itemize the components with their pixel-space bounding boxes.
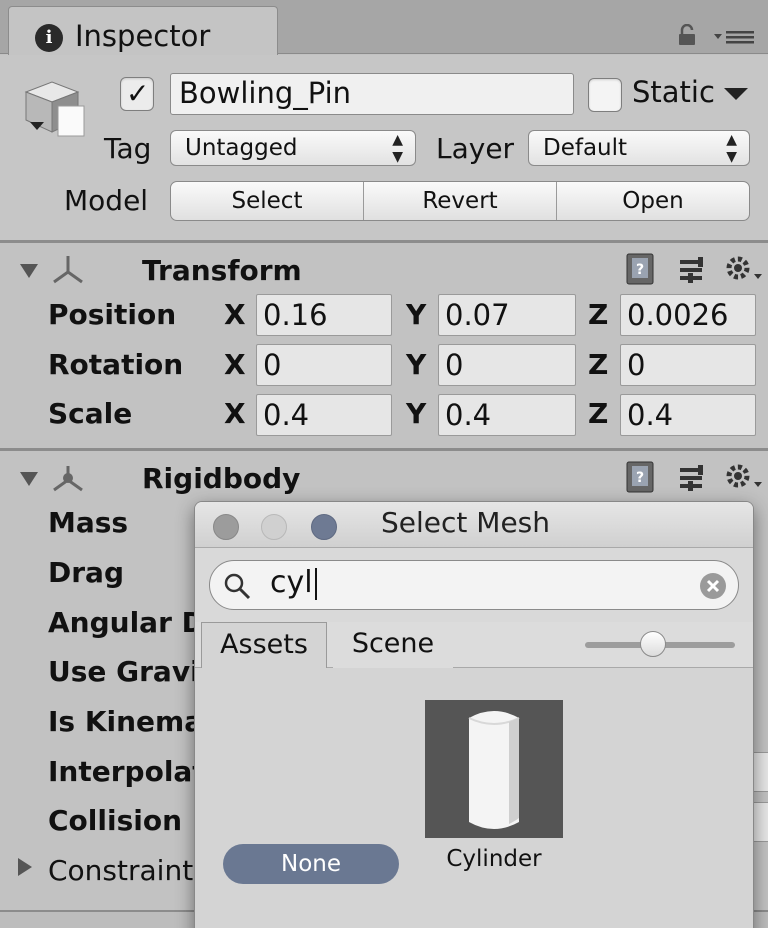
search-query: cyl (270, 565, 313, 600)
tab-scene[interactable]: Scene (333, 622, 453, 668)
clear-x-icon (706, 579, 720, 593)
minimize-window-button[interactable] (261, 514, 287, 540)
position-label: Position (48, 298, 177, 331)
none-option[interactable]: None (223, 844, 399, 884)
foldout-arrow-icon[interactable] (20, 264, 38, 278)
position-z-field[interactable]: 0.0026 (620, 294, 756, 336)
rigidbody-icon (53, 466, 83, 492)
updown-arrows-icon: ▲ ▼ (392, 132, 403, 165)
inspector-tabbar: i Inspector (0, 0, 768, 55)
layer-label: Layer (436, 132, 515, 165)
cylinder-mesh-icon (468, 711, 520, 829)
transform-header[interactable]: Transform ? (0, 246, 768, 294)
tag-dropdown[interactable]: Untagged ▲ ▼ (170, 130, 416, 166)
svg-text:?: ? (636, 470, 644, 486)
model-open-button[interactable]: Open (557, 182, 749, 220)
select-mesh-title: Select Mesh (381, 506, 550, 539)
rigidbody-title: Rigidbody (142, 462, 301, 495)
clear-search-icon[interactable] (700, 573, 726, 599)
model-label: Model (64, 184, 149, 217)
cylinder-asset-label[interactable]: Cylinder (425, 846, 563, 872)
rotation-z-label[interactable]: Z (588, 348, 608, 381)
svg-text:?: ? (636, 262, 644, 278)
tag-label: Tag (104, 132, 152, 165)
model-button-group: Select Revert Open (170, 181, 750, 221)
constraints-foldout-icon[interactable] (18, 858, 32, 876)
static-checkbox[interactable] (588, 78, 622, 112)
static-dropdown-arrow-icon[interactable] (724, 88, 748, 100)
close-window-button[interactable] (213, 514, 239, 540)
cylinder-asset-thumbnail[interactable] (425, 700, 563, 838)
scale-x-label[interactable]: X (224, 397, 246, 430)
gear-icon[interactable] (722, 252, 764, 286)
select-mesh-titlebar: Select Mesh (195, 502, 753, 548)
scale-y-label[interactable]: Y (406, 397, 426, 430)
transform-title: Transform (142, 254, 302, 287)
gameobject-name-field[interactable]: Bowling_Pin (170, 73, 574, 115)
constraints-label[interactable]: Constraint (48, 854, 193, 887)
angular-drag-label: Angular D (48, 606, 205, 639)
active-checkbox[interactable]: ✓ (120, 77, 154, 111)
tab-assets[interactable]: Assets (201, 622, 327, 668)
search-input[interactable]: cyl (209, 560, 739, 610)
scale-z-label[interactable]: Z (588, 397, 608, 430)
model-revert-button[interactable]: Revert (364, 182, 557, 220)
tab-inspector[interactable]: i Inspector (8, 6, 278, 55)
rotation-x-field[interactable]: 0 (256, 344, 392, 386)
scale-z-field[interactable]: 0.4 (620, 394, 756, 436)
component-divider (0, 240, 768, 243)
text-caret (314, 567, 317, 600)
panel-menu-icon[interactable] (712, 28, 756, 46)
gear-icon[interactable] (722, 460, 764, 494)
layer-dropdown[interactable]: Default ▲ ▼ (528, 130, 750, 166)
position-x-label[interactable]: X (224, 298, 246, 331)
rotation-x-label[interactable]: X (224, 348, 246, 381)
help-book-icon[interactable]: ? (624, 252, 658, 286)
asset-grid: None Cylinder (195, 668, 753, 928)
rotation-label: Rotation (48, 348, 184, 381)
use-gravity-label: Use Gravi (48, 655, 200, 688)
rotation-y-label[interactable]: Y (406, 348, 426, 381)
updown-arrows-icon: ▲ ▼ (726, 132, 737, 165)
model-select-button[interactable]: Select (171, 182, 364, 220)
transform-axes-icon (53, 256, 83, 284)
search-icon (224, 573, 251, 600)
help-book-icon[interactable]: ? (624, 460, 658, 494)
select-mesh-window: Select Mesh cyl Assets Scene None Cylind… (194, 501, 754, 928)
search-input-text: cyl (270, 565, 317, 600)
rotation-z-field[interactable]: 0 (620, 344, 756, 386)
static-label: Static (632, 75, 715, 109)
scale-x-field[interactable]: 0.4 (256, 394, 392, 436)
mass-label: Mass (48, 506, 129, 539)
interpolate-label: Interpolat (48, 755, 206, 788)
scale-label: Scale (48, 397, 133, 430)
drag-label: Drag (48, 556, 124, 589)
tab-inspector-label: Inspector (75, 19, 211, 53)
rigidbody-header[interactable]: Rigidbody ? (0, 454, 768, 502)
tag-dropdown-value: Untagged (185, 135, 298, 161)
position-y-label[interactable]: Y (406, 298, 426, 331)
info-icon: i (35, 24, 63, 52)
position-z-label[interactable]: Z (588, 298, 608, 331)
prefab-cube-icon (24, 81, 85, 137)
position-x-field[interactable]: 0.16 (256, 294, 392, 336)
rotation-y-field[interactable]: 0 (438, 344, 576, 386)
lock-icon[interactable] (676, 24, 698, 46)
checkmark-icon: ✓ (126, 77, 150, 110)
presets-sliders-icon[interactable] (678, 462, 710, 494)
foldout-arrow-icon[interactable] (20, 472, 38, 486)
collision-detection-label: Collision (48, 804, 183, 837)
zoom-slider-knob[interactable] (639, 631, 666, 657)
presets-sliders-icon[interactable] (678, 254, 710, 286)
is-kinematic-label: Is Kinema (48, 705, 204, 738)
layer-dropdown-value: Default (543, 135, 628, 161)
maximize-window-button[interactable] (311, 514, 337, 540)
search-row: cyl (195, 548, 753, 628)
component-divider (0, 448, 768, 451)
scale-y-field[interactable]: 0.4 (438, 394, 576, 436)
position-y-field[interactable]: 0.07 (438, 294, 576, 336)
